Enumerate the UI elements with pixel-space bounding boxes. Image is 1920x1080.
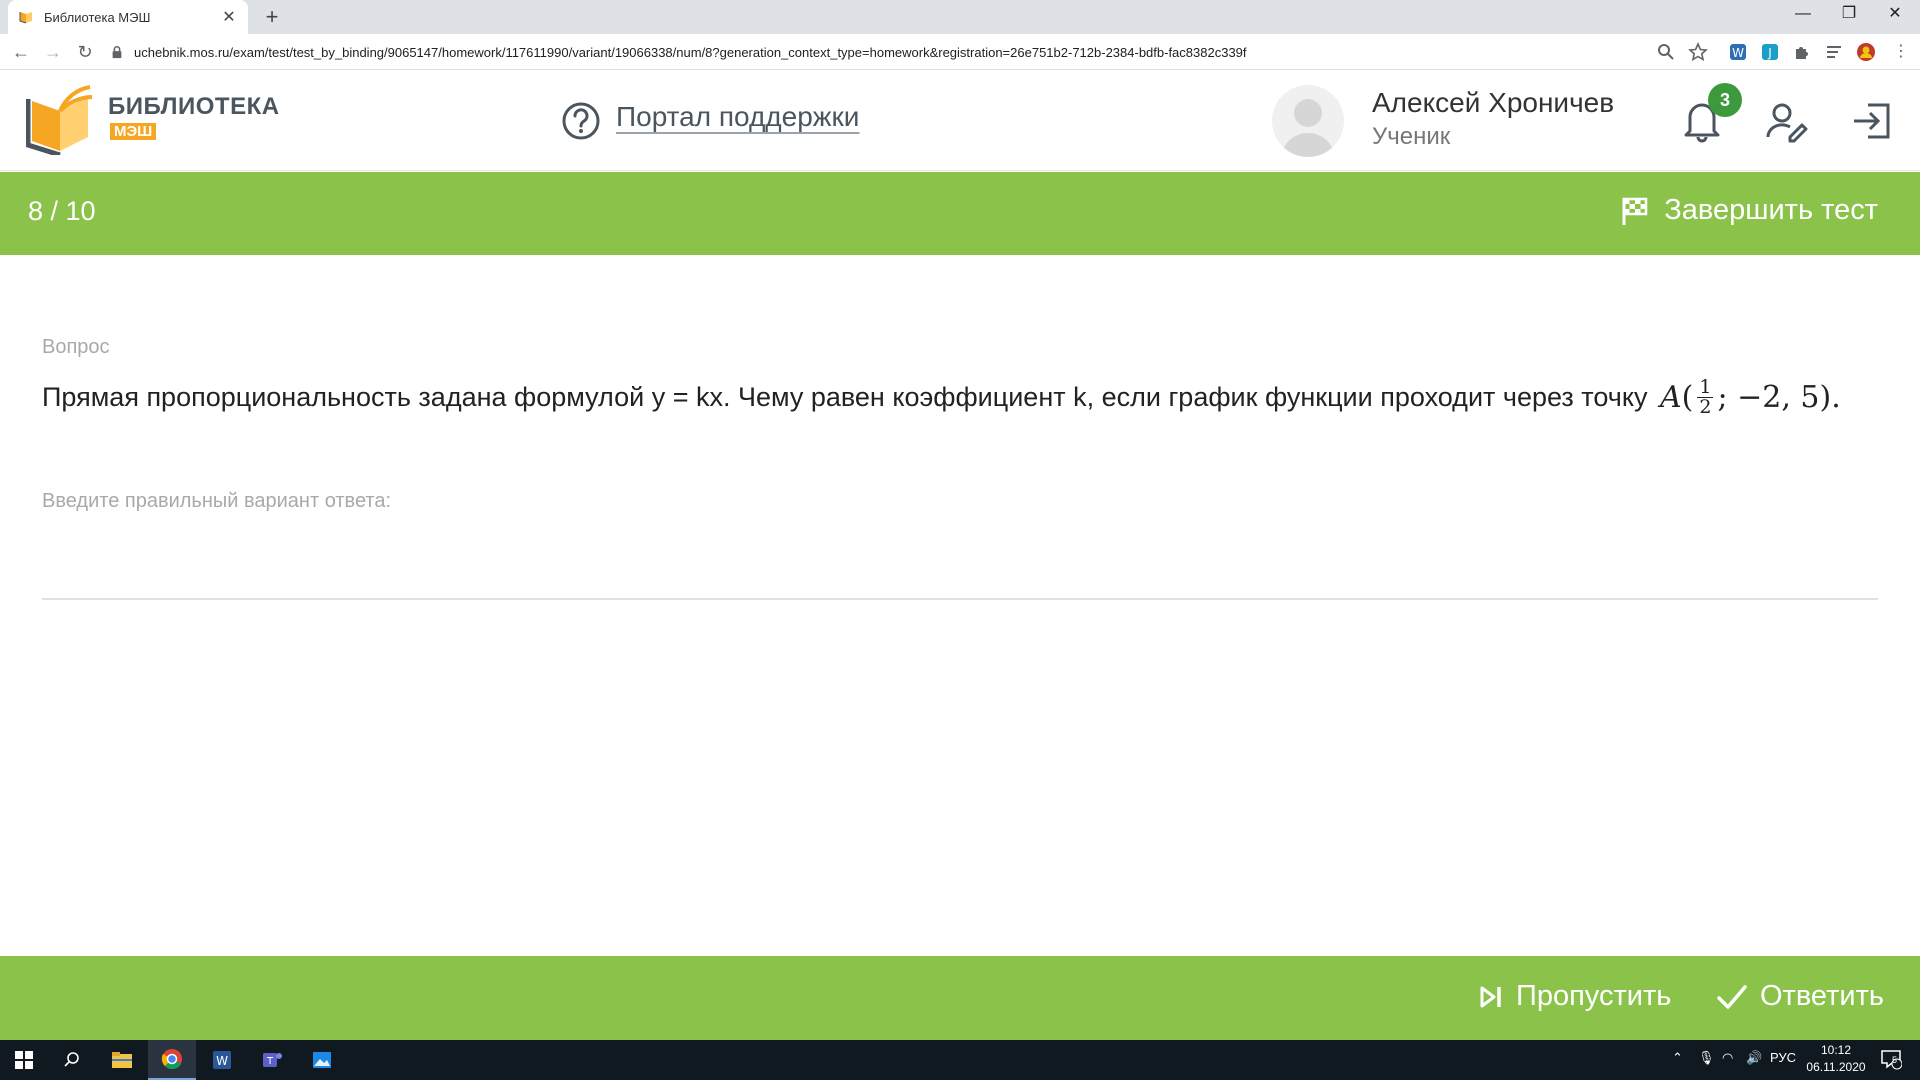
file-explorer-icon[interactable] bbox=[98, 1040, 146, 1080]
question-counter: 8 / 10 bbox=[28, 196, 96, 226]
flag-icon bbox=[1622, 197, 1648, 225]
avatar[interactable] bbox=[1272, 85, 1344, 157]
answer-label: Ответить bbox=[1760, 980, 1884, 1012]
notifications-badge: 3 bbox=[1708, 83, 1742, 117]
browser-menu-icon[interactable]: ⋮ bbox=[1888, 39, 1914, 65]
question-text: Прямая пропорциональность задана формуло… bbox=[42, 382, 1648, 412]
action-center-count: 5 bbox=[1892, 1055, 1898, 1065]
svg-text:T: T bbox=[266, 1056, 274, 1067]
logout-icon[interactable] bbox=[1850, 99, 1894, 143]
clock-time: 10:12 bbox=[1820, 1043, 1852, 1057]
windows-taskbar: W T ⌃ 🎙 ◠ 🔊 РУС 10:12 06.11.2020 5 bbox=[0, 1040, 1920, 1080]
word-icon[interactable]: W bbox=[198, 1040, 246, 1080]
taskbar-clock[interactable]: 10:12 06.11.2020 bbox=[1806, 1042, 1866, 1076]
volume-icon[interactable]: 🔊 bbox=[1746, 1050, 1762, 1066]
teams-icon[interactable]: T bbox=[248, 1040, 296, 1080]
back-arrow-icon[interactable]: ← bbox=[8, 39, 34, 65]
svg-text:W: W bbox=[1732, 46, 1744, 60]
bookmark-star-icon[interactable] bbox=[1688, 42, 1708, 62]
svg-text:W: W bbox=[216, 1054, 228, 1068]
math-rest: ; −2, 5). bbox=[1717, 380, 1841, 415]
browser-address-bar: ← → ↻ uchebnik.mos.ru/exam/test/test_by_… bbox=[0, 34, 1920, 70]
checkmark-icon bbox=[1717, 984, 1747, 1009]
svg-text:J: J bbox=[1767, 46, 1772, 60]
test-progress-bar: 8 / 10 Завершить тест bbox=[0, 172, 1920, 255]
question-section-label: Вопрос bbox=[42, 336, 110, 358]
lock-icon bbox=[112, 46, 122, 59]
math-open-paren: ( bbox=[1681, 380, 1694, 415]
restore-button[interactable]: ❐ bbox=[1826, 0, 1872, 30]
minimize-button[interactable]: — bbox=[1780, 0, 1826, 30]
math-point-name: A bbox=[1660, 380, 1682, 415]
windows-start-icon[interactable] bbox=[0, 1040, 48, 1080]
browser-tabbar: Библиотека МЭШ ✕ + — ❐ ✕ bbox=[0, 0, 1920, 34]
user-edit-icon[interactable] bbox=[1764, 99, 1808, 143]
finish-test-button[interactable]: Завершить тест bbox=[1620, 194, 1878, 227]
chrome-icon[interactable] bbox=[148, 1040, 196, 1080]
search-icon[interactable] bbox=[48, 1040, 96, 1080]
question-math-point: A( 1 2 ; −2, 5). bbox=[1660, 378, 1841, 417]
language-indicator[interactable]: РУС bbox=[1770, 1050, 1796, 1065]
user-silhouette-icon bbox=[1282, 99, 1334, 157]
tab-close-icon[interactable]: ✕ bbox=[220, 7, 238, 27]
wifi-icon[interactable]: ◠ bbox=[1722, 1050, 1733, 1066]
omnibox[interactable]: uchebnik.mos.ru/exam/test/test_by_bindin… bbox=[110, 38, 1710, 66]
reading-list-icon[interactable] bbox=[1824, 42, 1844, 62]
answer-actions-bar: Пропустить Ответить bbox=[0, 956, 1920, 1040]
reload-icon[interactable]: ↻ bbox=[72, 39, 98, 65]
browser-tab[interactable]: Библиотека МЭШ ✕ bbox=[8, 0, 248, 34]
extension-w-icon[interactable]: W bbox=[1728, 42, 1748, 62]
profile-avatar-icon[interactable] bbox=[1856, 42, 1876, 62]
user-role: Ученик bbox=[1372, 123, 1451, 150]
logo-subtitle: МЭШ bbox=[110, 123, 157, 140]
skip-next-icon bbox=[1480, 986, 1501, 1007]
microphone-icon[interactable]: 🎙 bbox=[1698, 1050, 1715, 1066]
support-portal-link[interactable]: Портал поддержки bbox=[616, 101, 859, 133]
skip-button[interactable]: Пропустить bbox=[1478, 980, 1671, 1013]
answer-input[interactable] bbox=[42, 540, 1878, 600]
url-text: uchebnik.mos.ru/exam/test/test_by_bindin… bbox=[134, 44, 1247, 60]
site-header: БИБЛИОТЕКА МЭШ Портал поддержки Алексей … bbox=[0, 71, 1920, 171]
extensions-puzzle-icon[interactable] bbox=[1792, 42, 1812, 62]
finish-test-label: Завершить тест bbox=[1664, 194, 1878, 226]
logo-title: БИБЛИОТЕКА bbox=[108, 93, 280, 120]
action-center-icon[interactable]: 5 bbox=[1880, 1048, 1903, 1073]
library-logo-icon[interactable] bbox=[26, 83, 96, 155]
tray-expand-icon[interactable]: ⌃ bbox=[1672, 1050, 1683, 1066]
user-name: Алексей Хроничев bbox=[1372, 87, 1615, 118]
answer-button[interactable]: Ответить bbox=[1716, 980, 1884, 1013]
tab-title: Библиотека МЭШ bbox=[44, 9, 151, 25]
math-fraction-denominator: 2 bbox=[1699, 396, 1712, 418]
answer-prompt: Введите правильный вариант ответа: bbox=[42, 490, 392, 512]
photos-icon[interactable] bbox=[298, 1040, 346, 1080]
zoom-icon[interactable] bbox=[1656, 42, 1676, 62]
clock-date: 06.11.2020 bbox=[1806, 1060, 1866, 1074]
forward-arrow-icon[interactable]: → bbox=[40, 39, 66, 65]
math-fraction-numerator: 1 bbox=[1697, 376, 1714, 398]
library-favicon-icon bbox=[19, 12, 32, 24]
skip-label: Пропустить bbox=[1516, 980, 1672, 1012]
math-fraction: 1 2 bbox=[1697, 376, 1714, 418]
new-tab-button[interactable]: + bbox=[258, 4, 286, 32]
extension-j-icon[interactable]: J bbox=[1760, 42, 1780, 62]
close-window-button[interactable]: ✕ bbox=[1872, 0, 1918, 30]
help-question-icon[interactable] bbox=[561, 101, 601, 141]
